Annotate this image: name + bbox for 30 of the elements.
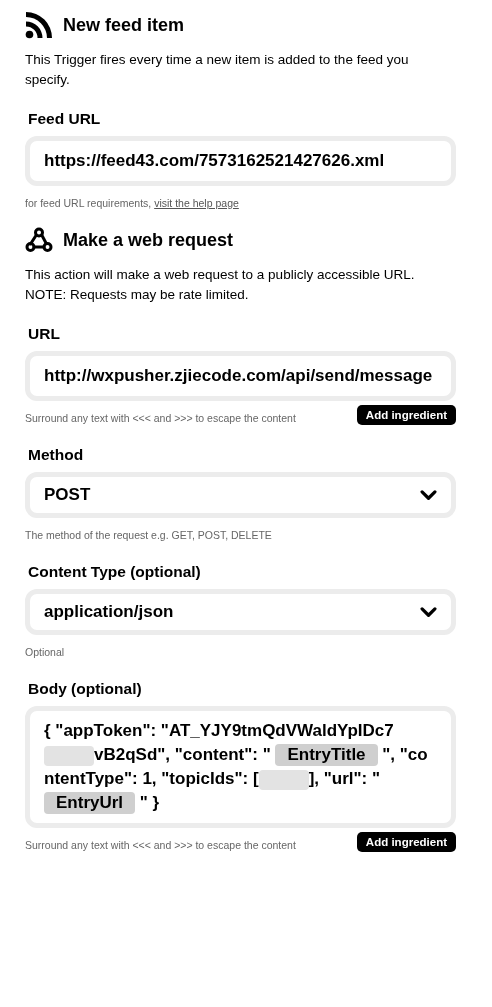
webhook-icon — [25, 226, 53, 254]
section-title: Make a web request — [63, 229, 234, 251]
help-link[interactable]: visit the help page — [154, 197, 239, 209]
field-label: Content Type (optional) — [27, 563, 202, 581]
ingredient-tag[interactable]: EntryUrl — [44, 792, 136, 814]
chevron-down-icon — [420, 489, 437, 501]
blurred-redaction — [44, 745, 94, 766]
blurred-redaction — [258, 769, 309, 790]
ingredient-tag[interactable]: EntryTitle — [275, 744, 378, 766]
field-label: Feed URL — [27, 110, 102, 128]
input-field[interactable]: { "appToken": "AT_YJY9tmQdVWaldYpIDc7 vB2qSd", "content": " EntryTitle ", "contentType": 1, "topicIds": [ ], "url": " EntryUrl " } — [25, 706, 456, 828]
input-field[interactable]: http://wxpusher.zjiecode.com/api/send/message — [25, 351, 456, 401]
section-description: This Trigger fires every time a new item is added to the feed you specify. — [25, 51, 410, 89]
help-text: Optional — [25, 645, 65, 660]
field-label: URL — [27, 325, 61, 343]
section-title: New feed item — [63, 14, 185, 36]
section-description: This action will make a web request to a publicly accessible URL. NOTE: Requests may be rate limited. — [25, 266, 416, 304]
help-text: Surround any text with <<< and >>> to escape the content — [25, 838, 296, 853]
input-field[interactable]: https://feed43.com/7573162521427626.xml — [25, 136, 456, 186]
add-ingredient-button[interactable]: Add ingredient — [356, 405, 456, 425]
help-text: Surround any text with <<< and >>> to escape the content — [25, 411, 296, 426]
dropdown[interactable]: application/json — [25, 589, 456, 635]
field-label: Body (optional) — [27, 680, 143, 698]
dropdown[interactable]: POST — [25, 472, 456, 518]
help-text: The method of the request e.g. GET, POST, DELETE — [25, 528, 272, 543]
rss-feed-icon — [25, 11, 53, 39]
add-ingredient-button[interactable]: Add ingredient — [356, 832, 456, 852]
field-label: Method — [27, 446, 85, 464]
help-text: for feed URL requirements, visit the help page — [25, 196, 239, 211]
chevron-down-icon — [420, 606, 437, 618]
